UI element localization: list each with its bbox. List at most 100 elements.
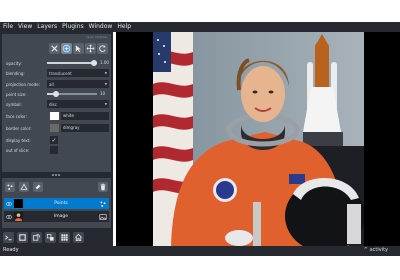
opacity-value: 1.00 <box>100 60 109 65</box>
projection-mode-label: projection mode: <box>6 81 40 87</box>
select-points-button[interactable] <box>73 43 84 54</box>
symbol-value: disc <box>49 101 57 107</box>
opacity-row: opacity: 1.00 <box>6 58 109 68</box>
add-points-button[interactable] <box>61 43 72 54</box>
transpose-icon <box>46 233 54 241</box>
labels-icon <box>35 184 41 190</box>
point-size-slider[interactable] <box>47 91 97 97</box>
activity-button[interactable]: ^ activity <box>364 247 388 253</box>
layer-controls-title: layer controls <box>86 35 107 39</box>
blending-dropdown[interactable]: translucent ▼ <box>47 69 109 77</box>
layer-row-image[interactable]: Image <box>4 211 109 222</box>
out-of-slice-checkbox[interactable] <box>50 146 58 154</box>
roll-icon <box>32 233 41 241</box>
opacity-slider-handle[interactable] <box>91 60 97 66</box>
new-labels-layer-button[interactable] <box>33 182 43 192</box>
delete-selected-points-button[interactable] <box>49 43 60 54</box>
chevron-up-icon: ^ <box>363 247 368 253</box>
opacity-slider[interactable] <box>47 60 97 66</box>
transform-button[interactable] <box>97 43 108 54</box>
points-type-icon <box>100 200 106 207</box>
square-icon <box>19 233 26 241</box>
menu-layers[interactable]: Layers <box>37 22 57 32</box>
blending-value: translucent <box>49 70 72 76</box>
border-color-field[interactable]: dimgray <box>61 124 109 132</box>
glove-illustration <box>225 230 253 246</box>
dock-splitter-handle[interactable] <box>52 174 60 177</box>
border-color-row: border color: dimgray <box>6 123 109 133</box>
border-color-swatch[interactable] <box>50 124 59 132</box>
eye-icon <box>5 201 12 206</box>
splitter-dot <box>58 174 60 176</box>
eye-icon <box>5 214 12 219</box>
grid-icon <box>61 233 68 241</box>
trash-icon <box>100 183 106 191</box>
symbol-dropdown[interactable]: disc ▼ <box>47 100 109 108</box>
symbol-label: symbol: <box>6 101 22 107</box>
layer-buttons-row <box>5 182 43 192</box>
home-button[interactable] <box>73 231 84 243</box>
splitter-dot <box>55 174 57 176</box>
home-icon <box>75 233 82 241</box>
menu-bar: File View Layers Plugins Window Help <box>0 22 400 32</box>
face-color-field[interactable]: white <box>61 112 109 120</box>
shapes-icon <box>20 183 28 190</box>
status-bar: Ready ^ activity <box>0 246 400 256</box>
projection-mode-value: all <box>49 81 54 87</box>
grid-view-button[interactable] <box>59 231 70 243</box>
face-color-row: face color: white <box>6 111 109 121</box>
layer-name-points[interactable]: Points <box>23 201 99 206</box>
border-color-label: border color: <box>6 125 32 131</box>
projection-mode-dropdown[interactable]: all ▼ <box>47 80 109 88</box>
layer-name-image[interactable]: Image <box>23 214 99 219</box>
window-bottom-margin <box>0 256 400 280</box>
new-shapes-layer-button[interactable] <box>19 182 29 192</box>
window-top-margin <box>0 0 400 22</box>
points-layer-thumbnail <box>14 199 23 208</box>
display-text-row: display text: ✓ <box>6 135 109 145</box>
display-text-checkbox[interactable]: ✓ <box>50 136 58 144</box>
pan-zoom-button[interactable] <box>85 43 96 54</box>
close-icon <box>51 45 58 52</box>
layer-visibility-toggle[interactable] <box>5 212 12 221</box>
roll-axes-button[interactable] <box>31 231 42 243</box>
console-button[interactable] <box>3 231 14 243</box>
move-icon <box>86 44 95 53</box>
menu-help[interactable]: Help <box>117 22 131 32</box>
rotate-icon <box>99 45 106 52</box>
layer-visibility-toggle[interactable] <box>5 199 12 208</box>
left-dock-panel: layer controls opacity: 1.00 blending: t… <box>0 32 113 246</box>
chevron-down-icon: ▼ <box>104 82 107 86</box>
display-text-label: display text: <box>6 137 31 143</box>
new-points-layer-button[interactable] <box>5 182 15 192</box>
status-text: Ready <box>3 247 19 253</box>
point-size-slider-handle[interactable] <box>53 91 59 97</box>
astronaut-photo[interactable] <box>153 32 364 246</box>
ndisplay-button[interactable] <box>17 231 28 243</box>
menu-view[interactable]: View <box>18 22 32 32</box>
transpose-axes-button[interactable] <box>45 231 56 243</box>
delete-layer-button[interactable] <box>98 182 108 192</box>
menu-plugins[interactable]: Plugins <box>62 22 84 32</box>
chevron-down-icon: ▼ <box>104 71 107 75</box>
console-icon <box>5 234 12 240</box>
app-window: File View Layers Plugins Window Help lay… <box>0 0 400 280</box>
menu-window[interactable]: Window <box>89 22 113 32</box>
points-icon <box>7 184 13 190</box>
viewer-buttons-bar <box>0 228 113 246</box>
opacity-slider-fill <box>47 62 97 64</box>
splitter-dot <box>52 174 54 176</box>
out-of-slice-row: out of slice: <box>6 145 109 155</box>
image-layer-thumbnail <box>14 212 23 221</box>
viewer-canvas[interactable] <box>116 32 400 246</box>
activity-label: activity <box>369 247 388 253</box>
face-color-label: face color: <box>6 113 27 119</box>
blending-row: blending: translucent ▼ <box>6 68 109 78</box>
layer-controls-panel: layer controls opacity: 1.00 blending: t… <box>2 34 111 172</box>
face-color-swatch[interactable] <box>50 112 59 120</box>
point-size-value: 10 <box>100 91 106 96</box>
image-type-icon <box>99 213 107 220</box>
layer-row-points[interactable]: Points <box>4 198 109 209</box>
select-arrow-icon <box>75 45 82 53</box>
menu-file[interactable]: File <box>3 22 13 32</box>
